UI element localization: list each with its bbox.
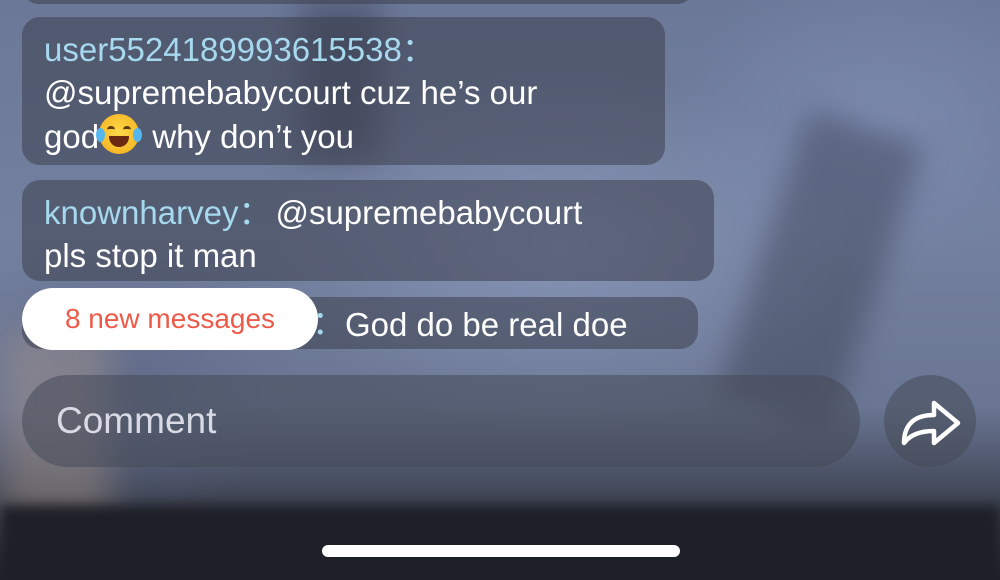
username-separator: ：: [401, 31, 435, 68]
chat-message: knownharvey： @supremebabycourt pls stop i…: [22, 180, 714, 281]
message-header: user5524189993615538：: [44, 28, 643, 71]
new-messages-button[interactable]: 8 new messages: [22, 288, 318, 350]
face-with-tears-of-joy-icon: [96, 114, 143, 154]
share-button[interactable]: [884, 375, 976, 467]
chat-username[interactable]: knownharvey: [44, 194, 238, 231]
chat-username[interactable]: user5524189993615538: [44, 31, 402, 68]
message-text: god: [44, 118, 100, 155]
username-separator: ：: [238, 194, 272, 231]
chat-message-partial: [22, 0, 694, 4]
message-text: God do be real doe: [345, 306, 628, 343]
message-text-line: pls stop it man: [44, 237, 257, 274]
chat-message: user5524189993615538： @supremebabycourt …: [22, 17, 665, 165]
message-text-line: god why don’t you: [44, 114, 643, 158]
message-text-line: knownharvey： @supremebabycourt: [44, 191, 692, 234]
share-arrow-icon: [901, 400, 961, 446]
home-indicator[interactable]: [322, 545, 680, 557]
comment-field[interactable]: [22, 375, 860, 467]
message-text-line: @supremebabycourt cuz he’s our: [44, 74, 538, 111]
message-text: @supremebabycourt: [275, 194, 583, 231]
message-text: why don’t you: [143, 118, 355, 155]
comment-input[interactable]: [54, 399, 784, 443]
